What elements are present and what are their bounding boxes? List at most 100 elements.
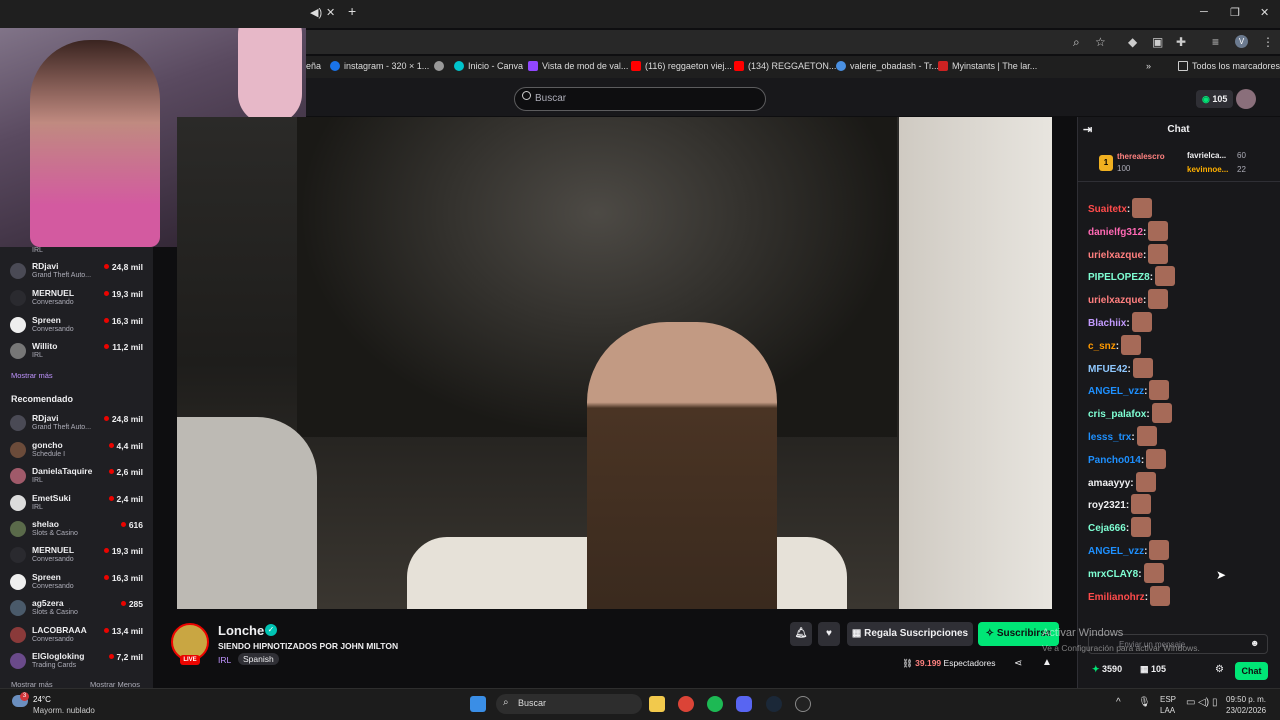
bookmark-twitch-mod[interactable]: Vista de mod de val... [528,61,628,71]
leader-name[interactable]: favrielca... [1187,151,1226,160]
bookmark-youtube-2[interactable]: (134) REGGAETON... [734,61,836,71]
streamer-name[interactable]: Lonche [218,623,264,638]
recommended-channel[interactable]: ag5zera Slots & Casino 285 [0,596,153,622]
chat-username[interactable]: mrxCLAY8 [1088,569,1138,580]
spotify-icon[interactable] [707,696,723,712]
chat-message[interactable]: urielxazque: [1088,289,1169,310]
follow-button[interactable]: ♥ [818,622,840,646]
recommended-channel[interactable]: goncho Schedule I 4,4 mil [0,438,153,464]
followed-channel[interactable]: MERNUEL Conversando 19,3 mil [0,286,153,312]
zoom-icon[interactable]: ⌕ [1073,35,1080,50]
chat-message[interactable]: Blachiix: [1088,312,1152,332]
recommended-channel[interactable]: RDjavi Grand Theft Auto... 24,8 mil [0,411,153,437]
chat-username[interactable]: Ceja666 [1088,523,1126,534]
chat-username[interactable]: ANGEL_vzz [1088,546,1144,557]
bookmark-canva[interactable]: Inicio - Canva [454,61,523,71]
tray-chevron-icon[interactable]: ^ [1116,697,1121,708]
chat-username[interactable]: Pancho014 [1088,455,1141,466]
file-explorer-icon[interactable] [649,696,665,712]
new-tab-button[interactable]: + [348,3,356,19]
notification-bell-button[interactable]: 🔔︎ [790,622,812,646]
recommended-channel[interactable]: LACOBRAAA Conversando 13,4 mil [0,623,153,649]
recommended-channel[interactable]: MERNUEL Conversando 19,3 mil [0,543,153,569]
discord-icon[interactable] [736,696,752,712]
clock-date[interactable]: 23/02/2026 [1226,706,1266,715]
close-window-icon[interactable]: ✕ [1260,6,1269,19]
channel-points[interactable]: ✦ 3590 [1092,664,1122,675]
chat-message[interactable]: urielxazque: [1088,243,1169,264]
chat-username[interactable]: urielxazque [1088,295,1143,306]
bookmark-youtube-1[interactable]: (116) reggaeton viej... [631,61,732,71]
followed-channel[interactable]: RDjavi Grand Theft Auto... 24,8 mil [0,259,153,285]
chat-message[interactable]: ANGEL_vzz: [1088,540,1170,560]
chat-username[interactable]: danielfg312 [1088,227,1143,238]
leader-name[interactable]: kevinnoe... [1187,165,1228,174]
user-avatar[interactable] [1236,89,1256,109]
bookmark-globe[interactable] [434,61,448,71]
stream-category[interactable]: IRL [218,655,231,665]
chat-send-button[interactable]: Chat [1235,662,1268,680]
volume-icon[interactable]: ◁) [1198,697,1209,708]
bookmark-0[interactable]: eña [306,61,321,71]
gift-subs-button[interactable]: ▦ Regala Suscripciones [847,622,973,646]
windows-start-icon[interactable] [470,696,486,712]
chat-message[interactable]: Pancho014: [1088,448,1167,469]
speaker-icon[interactable]: ◀) [310,6,322,19]
close-tab-icon[interactable]: ✕ [326,6,335,19]
chat-username[interactable]: roy2321 [1088,500,1126,511]
extension-box-icon[interactable]: ▣ [1152,35,1163,49]
collapse-chat-icon[interactable]: ⇥ [1083,117,1092,143]
chat-username[interactable]: Emilianohrz [1088,592,1145,603]
chat-message[interactable]: ANGEL_vzz: [1088,380,1170,401]
chrome-icon[interactable] [678,696,694,712]
recommended-channel[interactable]: DanielaTaquire IRL 2,6 mil [0,464,153,490]
chat-username[interactable]: amaayyy [1088,478,1130,489]
share-icon[interactable]: ⋖ [1014,658,1022,669]
chat-message[interactable]: PIPELOPEZ8: [1088,266,1176,287]
report-icon[interactable]: ▲ [1042,657,1052,668]
chat-message[interactable]: amaayyy: [1088,471,1156,492]
search-input[interactable]: Buscar [514,87,766,111]
chat-message[interactable]: roy2321: [1088,494,1152,515]
network-icon[interactable]: ▭ [1186,697,1195,708]
chat-message[interactable]: Suaitetx: [1088,198,1153,218]
puzzle-icon[interactable]: ✚ [1176,35,1186,49]
video-player[interactable] [177,117,1052,609]
clock-time[interactable]: 09:50 p. m. [1226,695,1266,704]
chat-message[interactable]: lesss_trx: [1088,426,1157,446]
recommended-channel[interactable]: ElGlogloking Trading Cards 7,2 mil [0,649,153,675]
steam-icon[interactable] [766,696,782,712]
chat-username[interactable]: MFUE42 [1088,364,1127,375]
maximize-icon[interactable]: ❐ [1230,6,1240,19]
recommended-channel[interactable]: shelao Slots & Casino 616 [0,517,153,543]
bookmark-instagram[interactable]: instagram - 320 × 1... [330,61,429,71]
chat-username[interactable]: PIPELOPEZ8 [1088,272,1150,283]
chat-username[interactable]: cris_palafox [1088,409,1146,420]
profile-avatar[interactable]: V [1235,35,1248,48]
chat-message[interactable]: mrxCLAY8: [1088,562,1164,583]
chat-username[interactable]: urielxazque [1088,250,1143,261]
followed-channel[interactable]: Willito IRL 11,2 mil [0,339,153,365]
bookmark-myinstants[interactable]: Myinstants | The lar... [938,61,1037,71]
menu-dots-icon[interactable]: ⋮ [1262,35,1274,49]
chat-username[interactable]: ANGEL_vzz [1088,386,1144,397]
microphone-icon[interactable]: 🎙︎ [1138,697,1151,708]
media-icon[interactable]: ≡ [1212,35,1219,49]
points-button[interactable]: ◉ 105 [1196,90,1234,108]
chat-message[interactable]: Emilianohrz: [1088,585,1171,606]
chat-username[interactable]: Suaitetx [1088,204,1127,215]
extension-diamond-icon[interactable]: ◆ [1128,35,1137,49]
chat-message[interactable]: cris_palafox: [1088,403,1172,424]
recommended-channel[interactable]: EmetSuki IRL 2,4 mil [0,491,153,517]
bookmark-tracker[interactable]: valerie_obadash - Tr... [836,61,939,71]
bookmarks-overflow-icon[interactable]: » [1146,61,1151,71]
minimize-icon[interactable]: ─ [1200,6,1208,18]
leader-name[interactable]: therealescro [1117,152,1165,161]
chat-message[interactable]: MFUE42: [1088,357,1153,378]
chat-message[interactable]: danielfg312: [1088,220,1169,241]
bits-counter[interactable]: ▦ 105 [1140,664,1166,675]
chat-username[interactable]: c_snz [1088,341,1116,352]
followed-channel[interactable]: Spreen Conversando 16,3 mil [0,313,153,339]
battery-icon[interactable]: ▯ [1212,697,1218,708]
taskbar-search[interactable]: ⌕ Buscar [496,694,642,714]
